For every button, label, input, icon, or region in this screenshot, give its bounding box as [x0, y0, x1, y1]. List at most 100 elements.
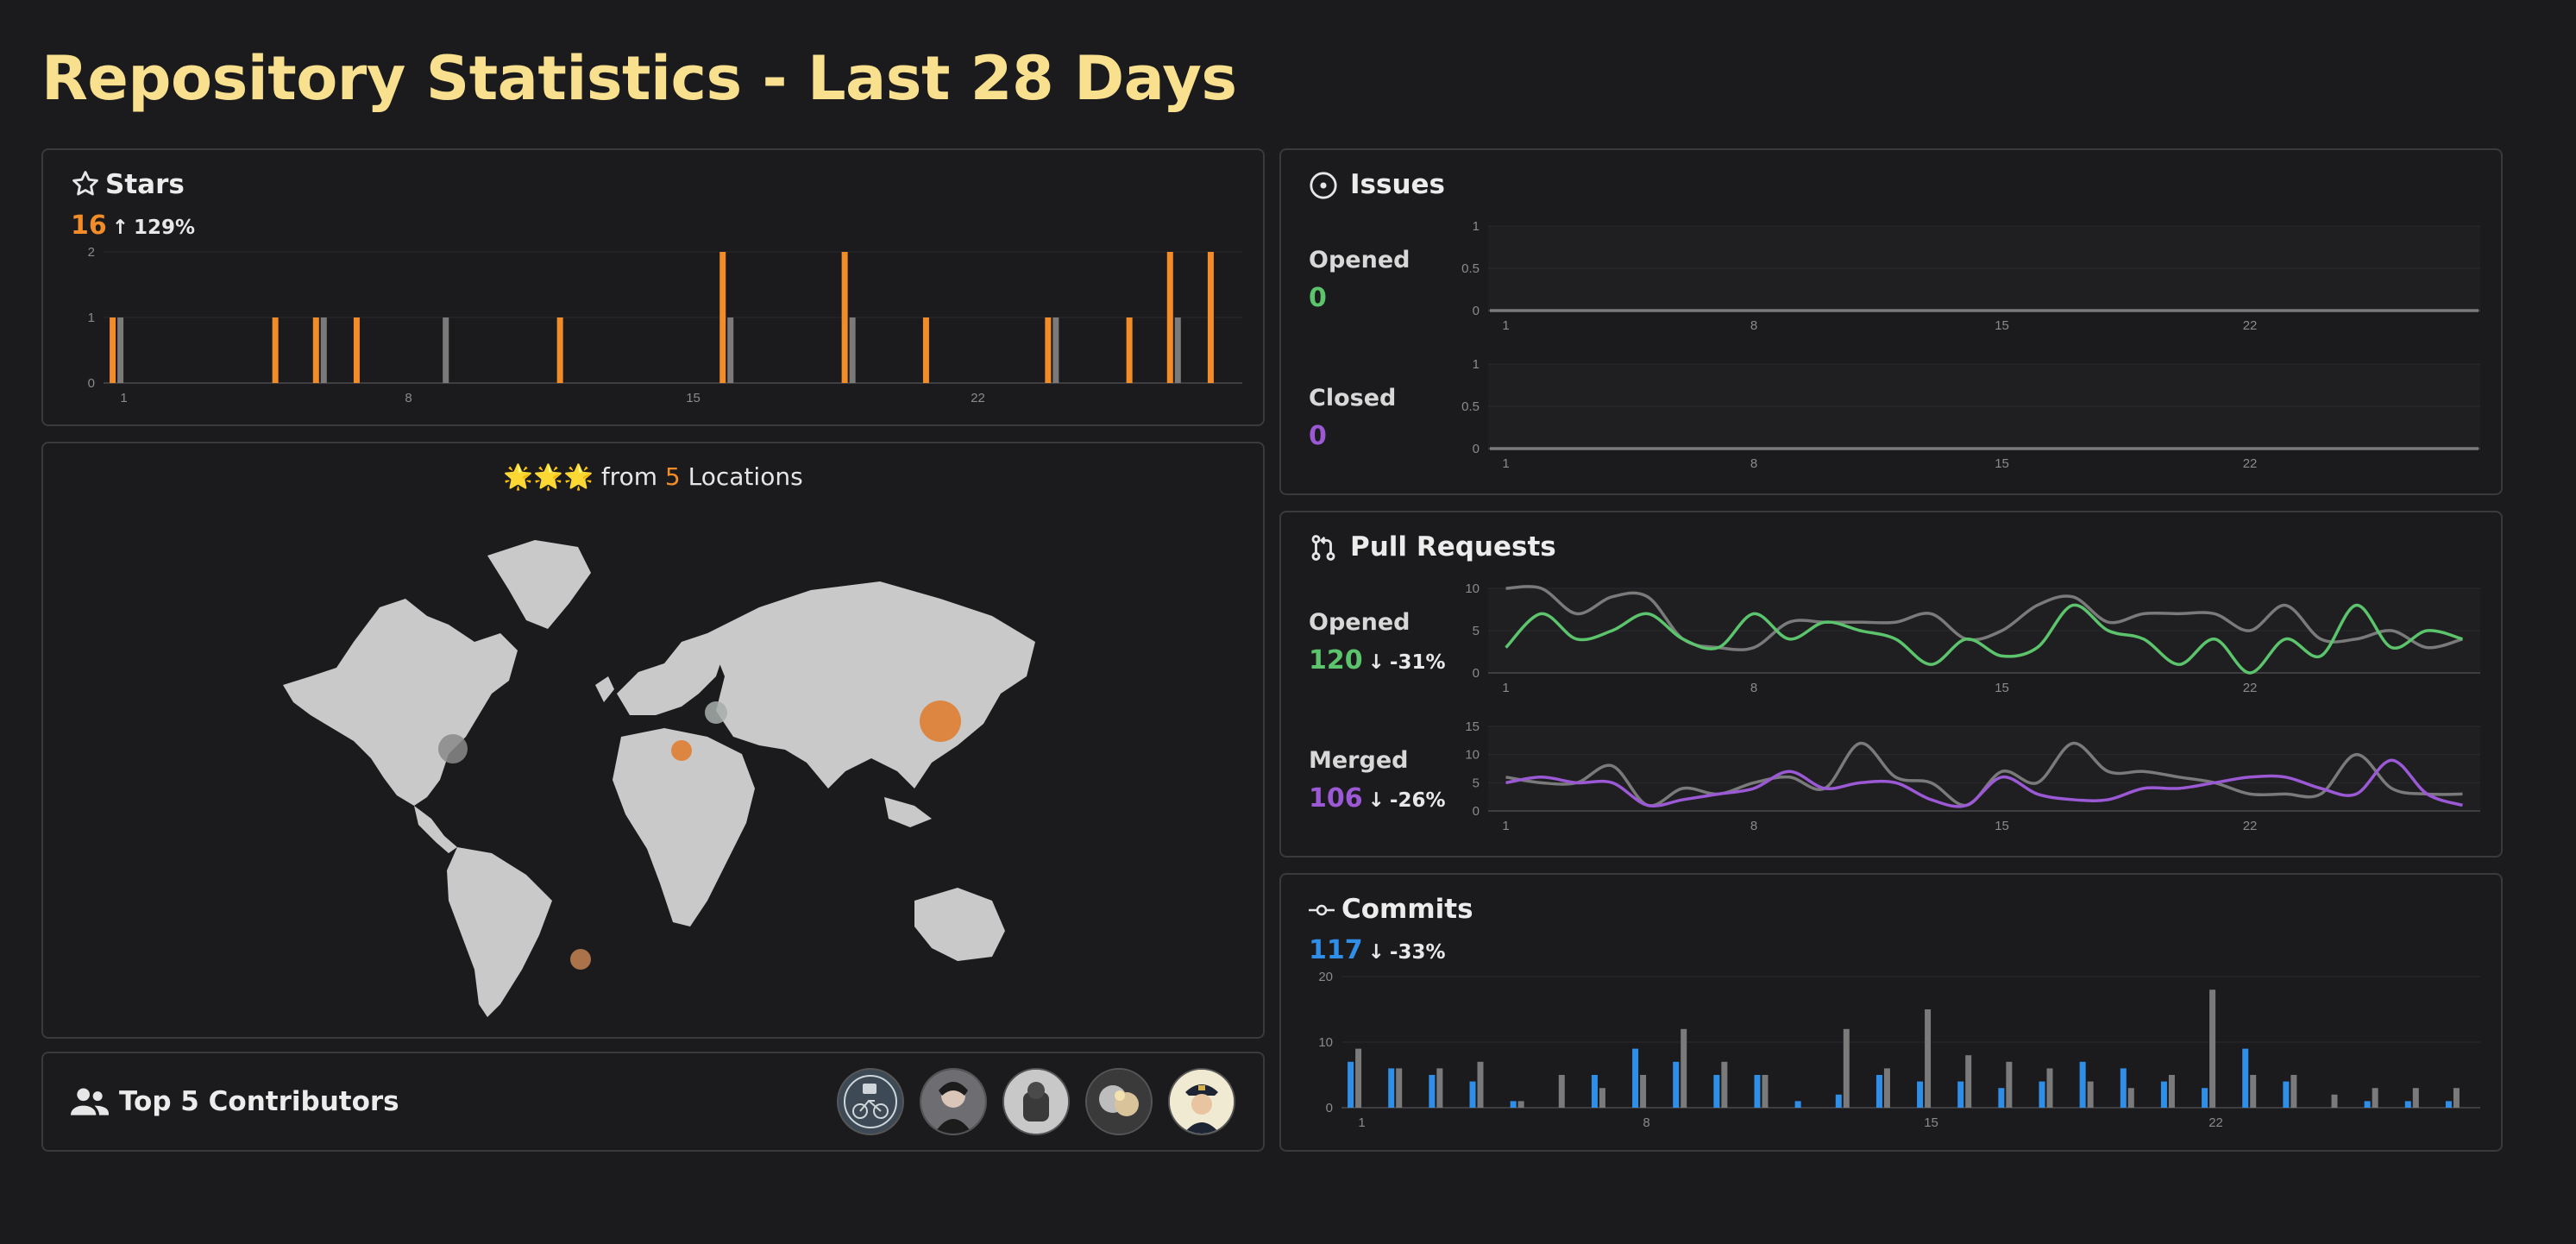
y-tick-label: 0	[1473, 666, 1480, 681]
stars-count: 16	[71, 210, 107, 241]
bar	[1762, 1075, 1769, 1108]
bar	[110, 317, 116, 383]
arrow-up-icon: ↑	[111, 217, 129, 239]
bar	[2290, 1075, 2297, 1108]
pr-opened-value: 120	[1309, 645, 1363, 675]
pull-requests-panel: Pull Requests Opened 120 ↓ -31% Merged 1…	[1279, 511, 2503, 858]
bar	[1174, 317, 1181, 383]
pr-merged-label: Merged	[1309, 747, 1409, 774]
contributor-avatar-3[interactable]	[1002, 1068, 1070, 1135]
bar	[1843, 1028, 1850, 1108]
location-marker-china	[920, 701, 961, 742]
map-headline-suffix: Locations	[688, 462, 803, 491]
bar	[1875, 1075, 1882, 1108]
x-tick-label: 15	[1995, 456, 2009, 471]
page-title: Repository Statistics - Last 28 Days	[41, 43, 1237, 114]
continent-north-america	[283, 599, 518, 806]
bar	[1754, 1075, 1761, 1108]
contributor-avatar-2[interactable]	[920, 1068, 987, 1135]
pr-merged-chart: 0 5 10 15 1 8 15 22	[1465, 719, 2480, 833]
bar	[1721, 1061, 1728, 1108]
y-tick-label: 0	[1326, 1101, 1333, 1115]
glowing-star-emoji: 🌟🌟🌟	[503, 462, 594, 491]
y-tick-label: 0	[1473, 804, 1480, 819]
bar	[1640, 1075, 1647, 1108]
bar	[443, 317, 449, 383]
bar	[1835, 1094, 1842, 1108]
x-tick-label: 1	[1358, 1115, 1365, 1130]
bike-coffee-icon	[844, 1075, 897, 1128]
bar	[1396, 1068, 1403, 1108]
bar	[841, 252, 848, 383]
stars-chart: 0 1 2 1 8 15 22	[88, 245, 1242, 405]
greenland	[487, 540, 591, 629]
bar	[2453, 1088, 2460, 1108]
stars-change: 129%	[134, 217, 196, 239]
bar	[2006, 1061, 2013, 1108]
stars-panel: Stars 16 ↑ 129% 0 1 2 1 8 15 22	[41, 148, 1265, 426]
world-map	[283, 540, 1035, 1017]
issues-title: Issues	[1350, 169, 1445, 200]
pr-merged-summary: 106 ↓ -26%	[1309, 783, 1446, 814]
contributor-avatar-5[interactable]	[1168, 1068, 1235, 1135]
bar	[2242, 1048, 2249, 1108]
commits-count: 117	[1309, 935, 1363, 965]
x-tick-label: 15	[1995, 819, 2009, 833]
issues-panel: Issues Opened 0 Closed 0 0 0.5 1 1 8 15 22 0 0.…	[1279, 148, 2503, 495]
x-tick-label: 1	[1502, 681, 1509, 695]
bar	[272, 317, 279, 383]
commits-chart: 0 10 20 1 8 15 22	[1318, 970, 2480, 1130]
issues-closed-value: 0	[1309, 421, 1327, 451]
star-icon	[72, 171, 98, 196]
pr-opened-chart: 0 5 10 1 8 15 22	[1465, 581, 2480, 695]
pr-opened-summary: 120 ↓ -31%	[1309, 645, 1446, 675]
bar	[1794, 1101, 1801, 1108]
bar	[556, 317, 563, 383]
map-headline: 🌟🌟🌟 from 5 Locations	[43, 462, 1263, 491]
bar	[2079, 1061, 2086, 1108]
bar	[1166, 252, 1173, 383]
bar	[1126, 317, 1133, 383]
bar	[1673, 1061, 1680, 1108]
issues-opened-chart: 0 0.5 1 1 8 15 22	[1461, 219, 2480, 333]
location-marker-usa	[438, 734, 468, 763]
bar	[2209, 990, 2216, 1108]
y-tick-label: 5	[1473, 624, 1480, 638]
x-tick-label: 15	[1995, 681, 2009, 695]
bar	[1388, 1068, 1395, 1108]
stars-title: Stars	[105, 169, 185, 200]
contributors-panel: Top 5 Contributors	[41, 1052, 1265, 1152]
issues-opened-value: 0	[1309, 283, 1327, 313]
bar	[1477, 1061, 1484, 1108]
bar	[922, 317, 929, 383]
location-count: 5	[664, 462, 681, 491]
bar	[1965, 1055, 1972, 1108]
contributors-title: Top 5 Contributors	[119, 1086, 399, 1117]
bar	[1510, 1101, 1517, 1108]
y-tick-label: 0.5	[1461, 261, 1480, 276]
x-tick-label: 8	[1750, 456, 1757, 471]
continent-australia	[914, 888, 1005, 961]
map-headline-prefix: from	[600, 462, 657, 491]
x-tick-label: 1	[1502, 819, 1509, 833]
x-tick-label: 8	[405, 391, 412, 405]
contributor-avatar-4[interactable]	[1085, 1068, 1153, 1135]
bar	[849, 317, 856, 383]
bar	[1052, 317, 1059, 383]
location-marker-portugal	[671, 740, 692, 761]
x-tick-label: 22	[2243, 456, 2258, 471]
pr-opened-label: Opened	[1309, 609, 1411, 636]
contributor-avatar-1[interactable]	[837, 1068, 904, 1135]
bar	[1883, 1068, 1890, 1108]
bar	[1045, 317, 1052, 383]
bar	[2120, 1068, 2127, 1108]
bar	[2250, 1075, 2257, 1108]
x-tick-label: 15	[1995, 318, 2009, 333]
pr-opened-change: -31%	[1389, 651, 1446, 674]
bar	[2331, 1094, 2338, 1108]
arrow-down-icon: ↓	[1367, 651, 1385, 674]
bar	[2160, 1081, 2167, 1108]
y-tick-label: 1	[1473, 219, 1480, 234]
x-tick-label: 8	[1750, 819, 1757, 833]
bar	[2404, 1101, 2411, 1108]
